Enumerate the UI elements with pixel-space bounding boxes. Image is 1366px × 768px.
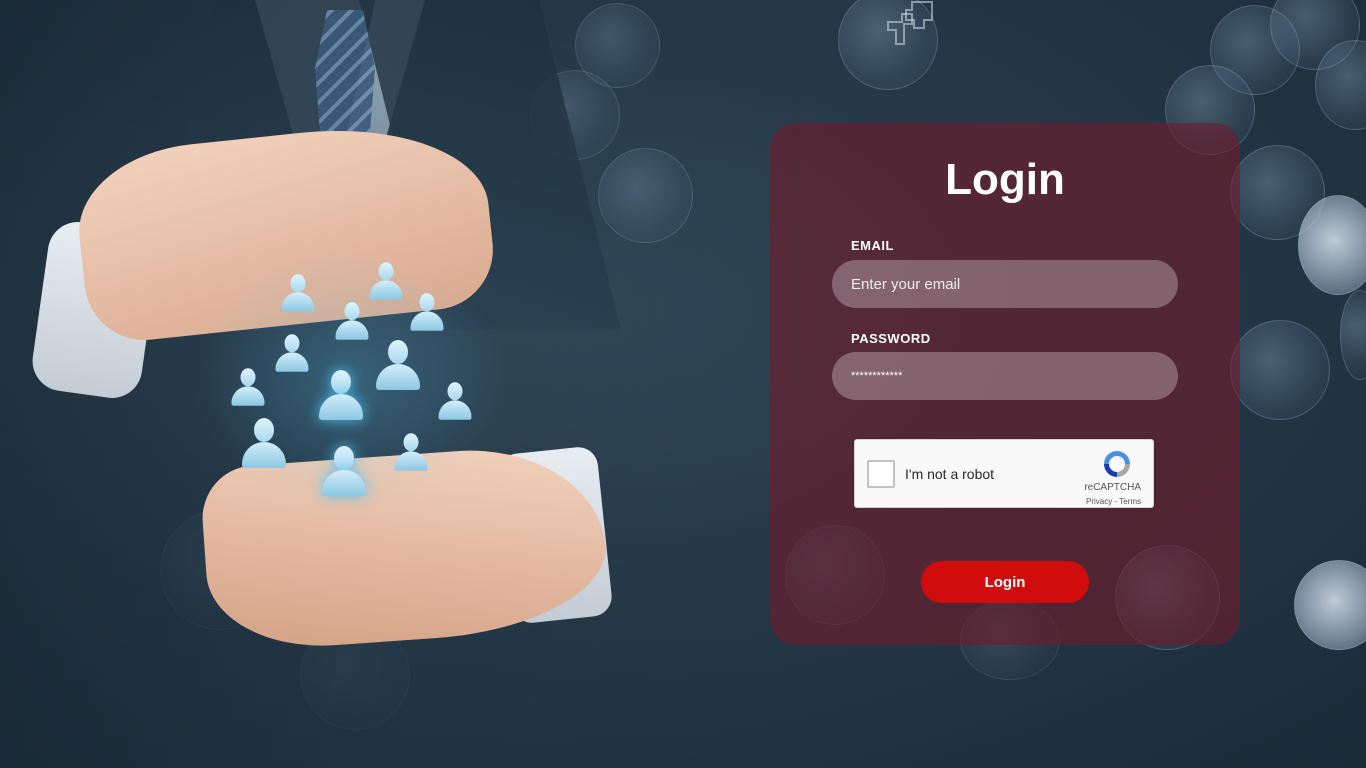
password-label: PASSWORD [851,331,931,346]
link-separator: - [1114,497,1118,506]
email-label: EMAIL [851,238,894,253]
person-icon [376,340,420,390]
recaptcha-label: I'm not a robot [905,466,995,482]
bokeh-light [1298,195,1366,295]
privacy-link[interactable]: Privacy [1086,497,1112,506]
email-input[interactable] [832,260,1178,308]
recaptcha-icon [1104,451,1130,477]
recaptcha-brand: reCAPTCHA [1084,482,1141,493]
person-icon [369,262,403,300]
recaptcha-widget: I'm not a robot reCAPTCHA Privacy - Term… [854,439,1154,508]
person-icon [231,368,265,406]
person-icon [335,302,369,340]
login-title: Login [945,155,1065,204]
person-icon [319,370,363,420]
person-icon [394,433,428,471]
terms-link[interactable]: Terms [1119,497,1141,506]
bokeh-light [1230,320,1330,420]
bokeh-light [1294,560,1366,650]
person-icon [242,418,286,468]
person-icon [275,334,309,372]
recaptcha-checkbox[interactable] [867,460,895,488]
person-icon [322,446,366,496]
person-icon [281,274,315,312]
person-icon [410,293,444,331]
login-button[interactable]: Login [921,561,1089,603]
recaptcha-links: Privacy - Terms [1086,497,1141,506]
bokeh-light [1340,290,1366,380]
logo-mark-icon [887,1,933,45]
person-icon [438,382,472,420]
password-input[interactable] [832,352,1178,400]
